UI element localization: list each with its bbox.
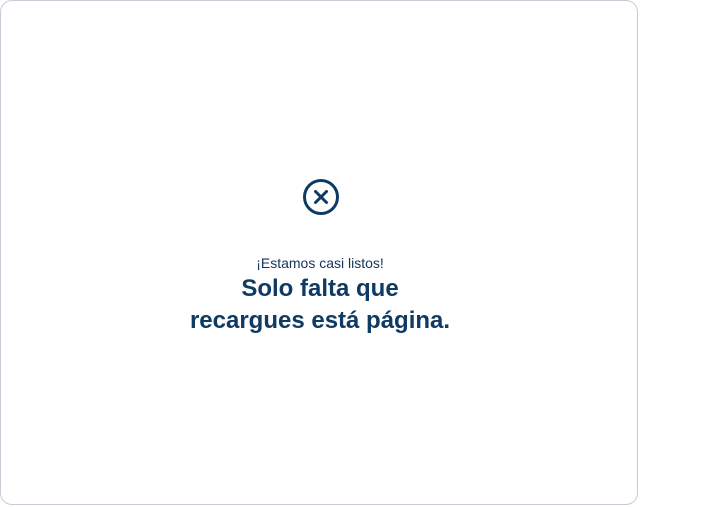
page-title: Solo falta que recargues está página. — [1, 273, 639, 337]
message-card: ¡Estamos casi listos! Solo falta que rec… — [0, 0, 638, 505]
title-line-2: recargues está página. — [189, 307, 451, 334]
close-circle-icon — [302, 178, 340, 216]
title-line-1: Solo falta que — [241, 275, 399, 302]
message-content: ¡Estamos casi listos! Solo falta que rec… — [1, 1, 639, 506]
status-subtitle: ¡Estamos casi listos! — [256, 255, 384, 271]
